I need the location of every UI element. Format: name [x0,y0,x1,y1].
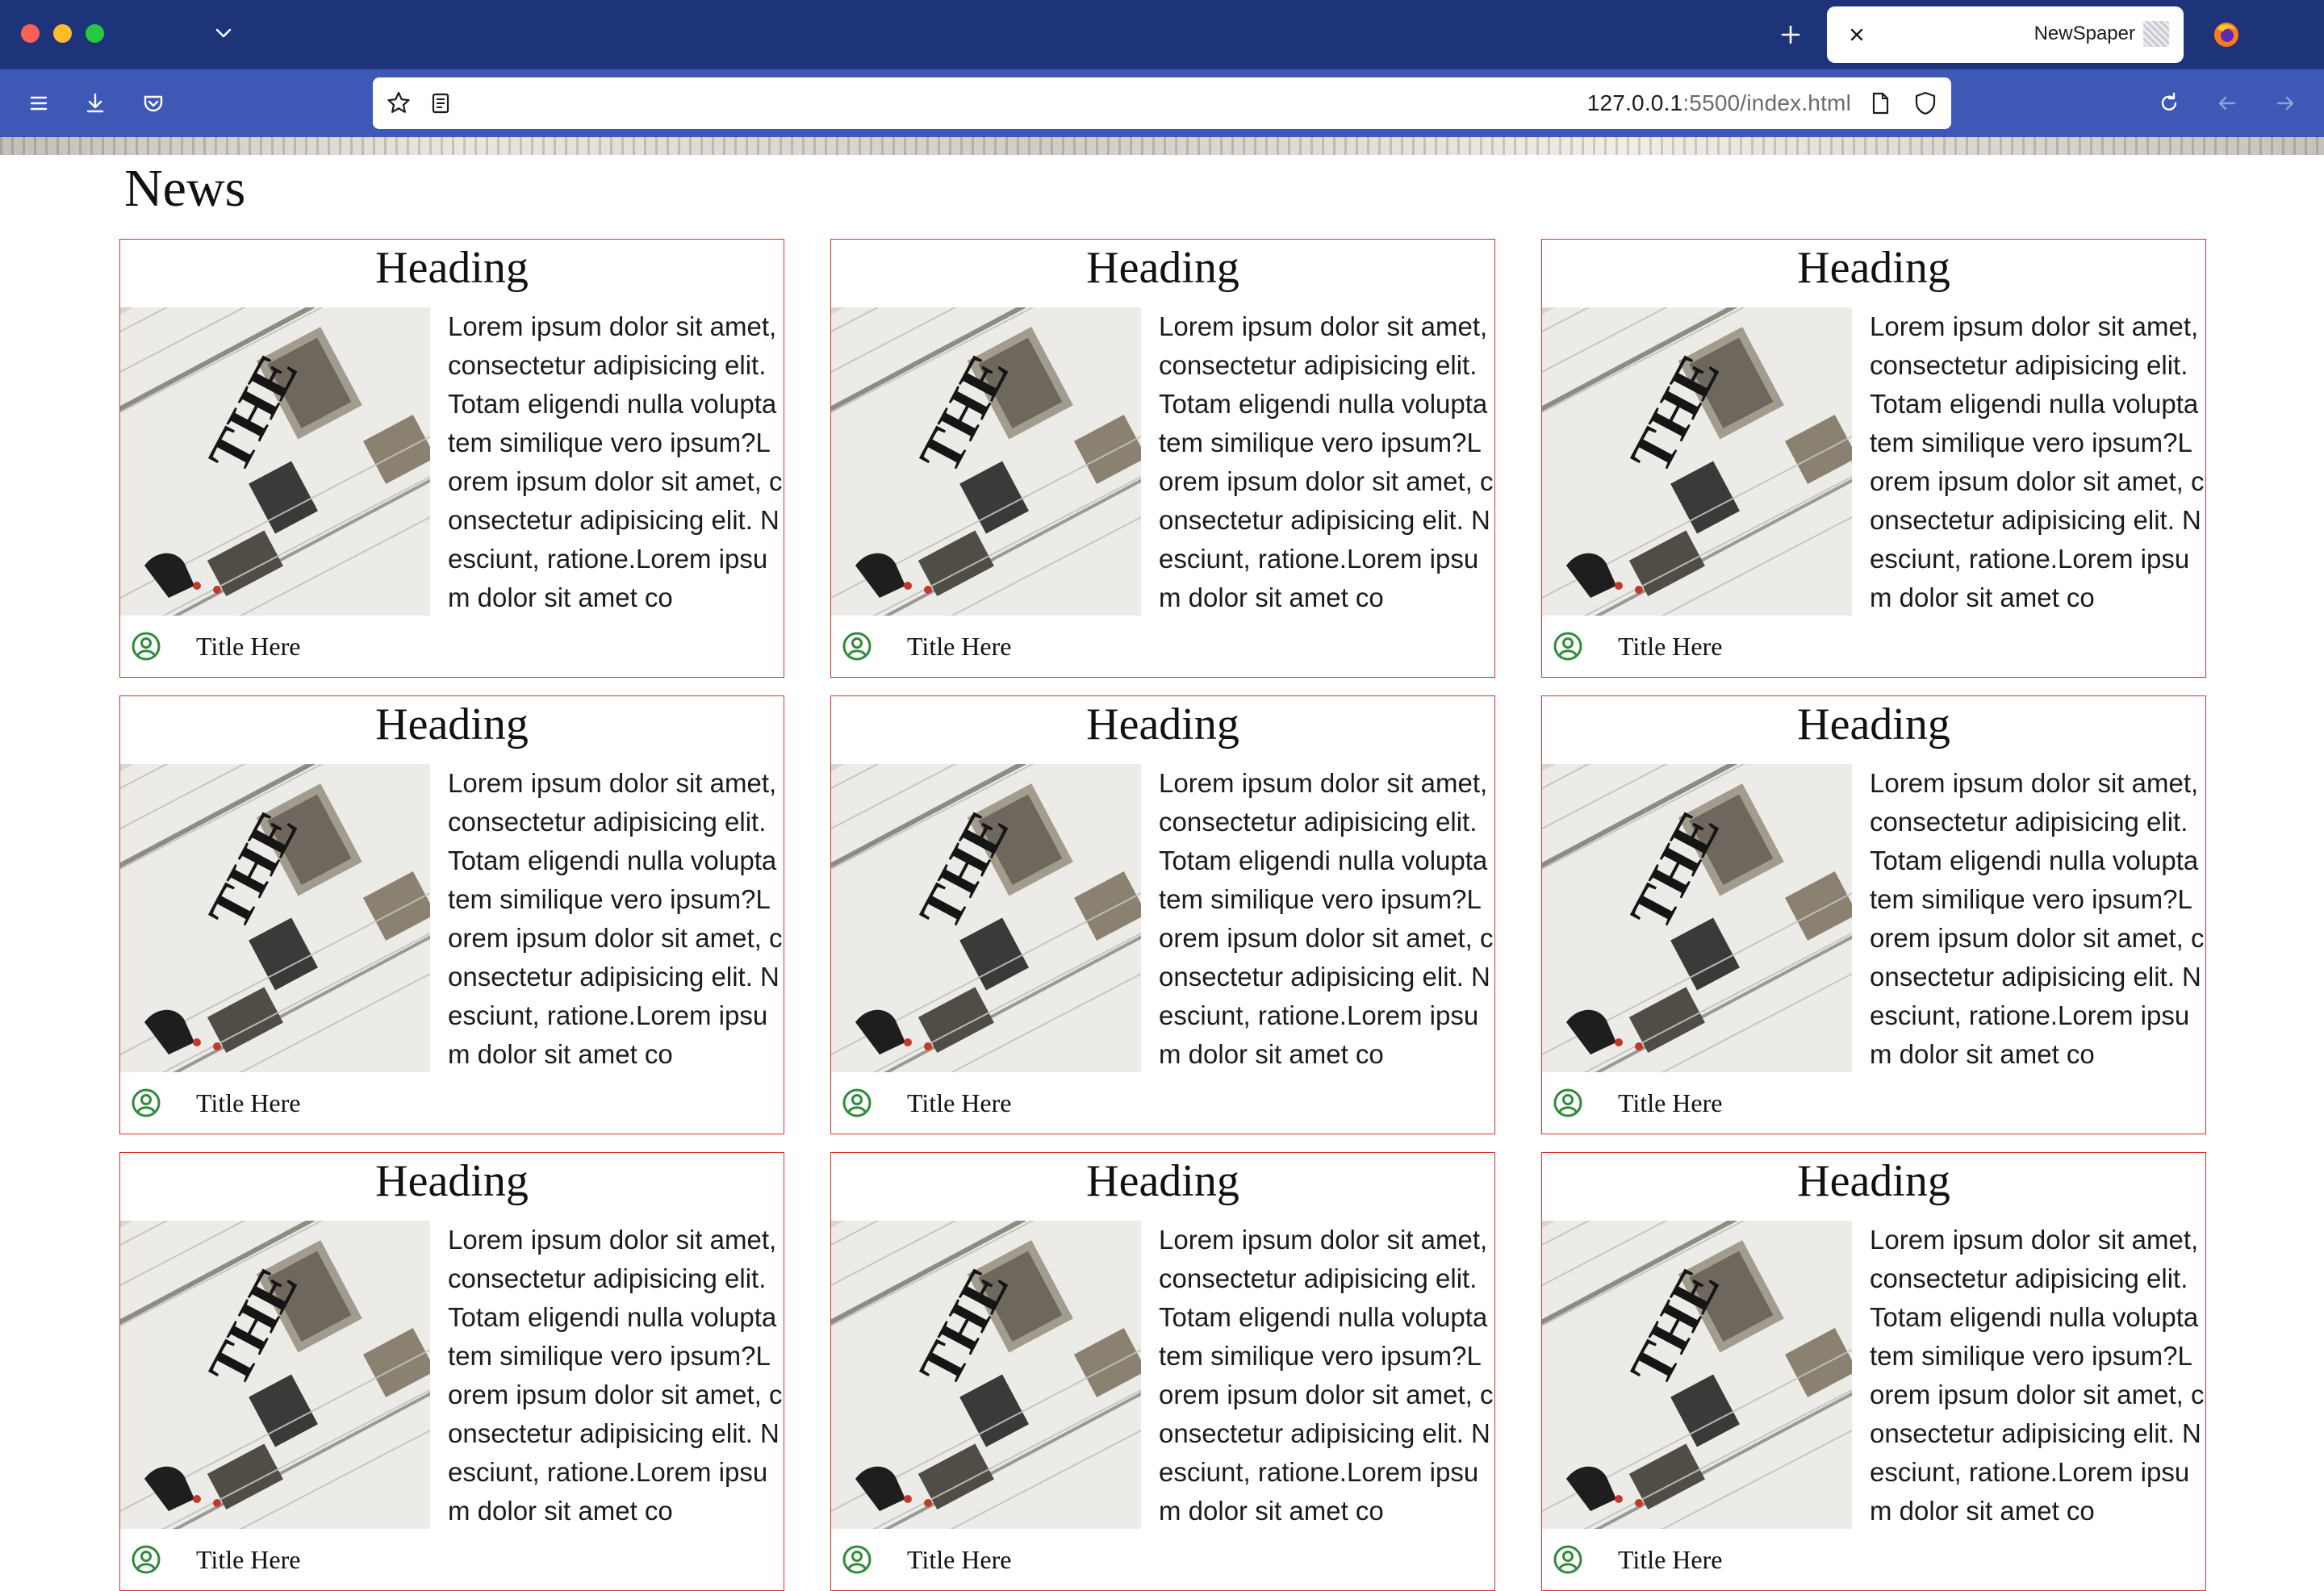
card-body-text: Lorem ipsum dolor sit amet, consectetur … [1870,311,2205,612]
new-tab-plus-icon[interactable] [1775,19,1806,50]
card-heading: Heading [1086,1156,1239,1206]
card-author[interactable]: Title Here [841,1543,1011,1576]
card-title-label: Title Here [907,631,1012,661]
url-host: 127.0.0.1 [1586,90,1683,115]
news-card[interactable]: Heading THE Lorem ipsum dolor sit amet, … [1541,239,2206,678]
forward-arrow-icon[interactable] [2269,87,2301,119]
newspaper-photo: THE [120,1221,430,1529]
newspaper-photo: THE [1542,1221,1852,1529]
card-author[interactable]: Title Here [841,1087,1011,1119]
news-card[interactable]: Heading THE Lorem ipsum dolor sit amet, … [119,1152,784,1591]
pocket-icon[interactable] [137,87,169,119]
card-author[interactable]: Title Here [1552,1543,1722,1576]
card-body-text: Lorem ipsum dolor sit amet, consectetur … [1159,1225,1494,1526]
card-body-text: Lorem ipsum dolor sit amet, consectetur … [1159,311,1494,612]
card-heading: Heading [1797,699,1950,750]
card-author[interactable]: Title Here [1552,1087,1722,1119]
browser-toolbar: 127.0.0.1:5500/index.html [0,69,2324,137]
news-card[interactable]: Heading THE Lorem ipsum dolor sit amet, … [1541,695,2206,1134]
news-card[interactable]: Heading THE Lorem ipsum dolor sit amet, … [1541,1152,2206,1591]
card-author[interactable]: Title Here [1552,630,1722,662]
newspaper-photo: THE [120,307,430,616]
card-title-label: Title Here [196,1088,301,1117]
address-bar[interactable]: 127.0.0.1:5500/index.html [373,77,1951,129]
reload-icon[interactable] [2153,87,2185,119]
app-menu-icon[interactable] [23,87,55,119]
user-circle-icon [132,632,161,661]
window-maximize-button[interactable] [86,24,104,43]
browser-titlebar: NewSpaper [0,0,2324,69]
news-card-grid: Heading THE Lorem ipsum dolor sit amet, … [119,239,2206,1591]
firefox-logo-icon[interactable] [2211,19,2242,50]
user-circle-icon [1553,1088,1582,1117]
card-heading: Heading [375,243,529,293]
bookmark-star-icon[interactable] [384,89,413,118]
news-card[interactable]: Heading THE Lorem ipsum dolor sit amet, … [830,1152,1495,1591]
card-body-text: Lorem ipsum dolor sit amet, consectetur … [448,311,783,612]
window-close-button[interactable] [21,24,40,43]
card-author[interactable]: Title Here [130,1543,300,1576]
newspaper-photo: THE [831,1221,1141,1529]
newspaper-favicon-icon [2143,21,2169,47]
downloads-icon[interactable] [79,87,111,119]
user-circle-icon [842,1088,872,1117]
card-body-text: Lorem ipsum dolor sit amet, consectetur … [448,1225,783,1526]
newspaper-photo: THE [120,764,430,1072]
user-circle-icon [132,1545,161,1574]
back-arrow-icon[interactable] [2211,87,2243,119]
card-author[interactable]: Title Here [841,630,1011,662]
news-card[interactable]: Heading THE Lorem ipsum dolor sit amet, … [830,239,1495,678]
url-path: :5500/index.html [1682,90,1851,115]
card-title-label: Title Here [1618,1544,1723,1574]
card-heading: Heading [1797,243,1950,293]
card-heading: Heading [1797,1156,1950,1206]
news-card[interactable]: Heading THE Lorem ipsum dolor sit amet, … [830,695,1495,1134]
card-author[interactable]: Title Here [130,1087,300,1119]
card-title-label: Title Here [1618,1088,1723,1117]
card-heading: Heading [1086,243,1239,293]
newspaper-photo: THE [1542,764,1852,1072]
tab-title: NewSpaper [2034,23,2135,44]
tab-close-icon[interactable] [1846,24,1867,45]
card-body-text: Lorem ipsum dolor sit amet, consectetur … [1870,768,2205,1069]
newspaper-photo: THE [831,307,1141,616]
news-card[interactable]: Heading THE Lorem ipsum dolor sit amet, … [119,239,784,678]
window-minimize-button[interactable] [53,24,72,43]
url-text: 127.0.0.1:5500/index.html [1587,90,1851,116]
page-title: News [124,159,246,218]
tab-list-chevron-down-icon[interactable] [211,21,236,45]
user-circle-icon [1553,1545,1582,1574]
card-author[interactable]: Title Here [130,630,300,662]
card-body-text: Lorem ipsum dolor sit amet, consectetur … [1159,768,1494,1069]
page-document-icon[interactable] [1866,89,1895,118]
user-circle-icon [132,1088,161,1117]
card-body-text: Lorem ipsum dolor sit amet, consectetur … [448,768,783,1069]
user-circle-icon [842,632,872,661]
card-title-label: Title Here [196,631,301,661]
card-title-label: Title Here [907,1088,1012,1117]
browser-tab-active[interactable]: NewSpaper [1827,6,2184,63]
card-title-label: Title Here [196,1544,301,1574]
newspaper-banner-image [0,137,2324,155]
card-heading: Heading [1086,699,1239,750]
newspaper-photo: THE [831,764,1141,1072]
newspaper-photo: THE [1542,307,1852,616]
card-title-label: Title Here [907,1544,1012,1574]
card-heading: Heading [375,699,529,750]
news-card[interactable]: Heading THE Lorem ipsum dolor sit amet, … [119,695,784,1134]
reader-view-icon[interactable] [426,89,455,118]
user-circle-icon [1553,632,1582,661]
card-heading: Heading [375,1156,529,1206]
card-title-label: Title Here [1618,631,1723,661]
tracking-protection-shield-icon[interactable] [1911,89,1940,118]
card-body-text: Lorem ipsum dolor sit amet, consectetur … [1870,1225,2205,1526]
user-circle-icon [842,1545,872,1574]
